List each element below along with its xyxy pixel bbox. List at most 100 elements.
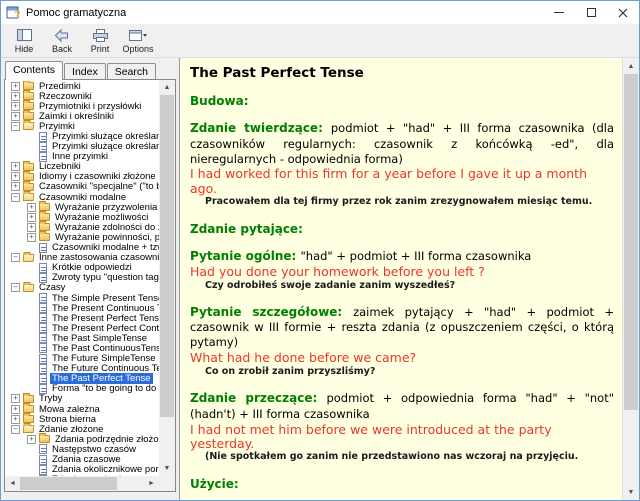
tab-index-label: Index (72, 66, 98, 78)
tree-item[interactable]: +Wyrażanie zdolności do zrobie (5, 222, 159, 232)
tree-item-label: Forma "to be going to do som (50, 383, 159, 394)
content-vertical-scrollbar[interactable]: ▲ ▼ (622, 58, 639, 500)
folder-icon (23, 173, 34, 181)
tree-vscroll-thumb[interactable] (160, 95, 174, 417)
options-button-label: Options (122, 44, 153, 54)
folder-icon (23, 415, 34, 423)
expand-icon[interactable]: + (11, 172, 20, 181)
expand-icon[interactable]: + (11, 82, 20, 91)
tree-item[interactable]: −Przyimki (5, 121, 159, 131)
tree-item[interactable]: +Wyrażanie powinności, przymu (5, 232, 159, 242)
tree-item[interactable]: −Zdanie złożone (5, 424, 159, 434)
tab-contents[interactable]: Contents (5, 61, 63, 80)
collapse-icon[interactable]: − (11, 193, 20, 202)
tree-horizontal-scrollbar[interactable]: ◄ ► (5, 476, 159, 491)
tree-item[interactable]: The Future SimpleTense (5, 354, 159, 364)
expand-icon[interactable]: + (27, 223, 36, 232)
tree-item[interactable]: The Present Continuous Tens (5, 303, 159, 313)
content-formula: Pytanie szczegółowe: zaimek pytający + "… (190, 305, 614, 350)
scroll-right-icon[interactable]: ► (144, 476, 159, 491)
close-icon (618, 8, 628, 18)
print-icon (92, 28, 109, 43)
tree-viewport: +Przedimki+Rzeczowniki+Przymiotniki i pr… (5, 81, 159, 476)
content-scroll-down-icon[interactable]: ▼ (623, 484, 639, 500)
maximize-button[interactable] (575, 1, 607, 24)
expand-icon[interactable]: + (11, 394, 20, 403)
back-button-label: Back (52, 44, 72, 54)
content-scroll-up-icon[interactable]: ▲ (623, 58, 639, 74)
tree-item[interactable]: The Present Perfect Continuo (5, 323, 159, 333)
scrollbar-corner (159, 476, 175, 491)
content-title: The Past Perfect Tense (190, 65, 614, 81)
tree-vscroll-track[interactable] (159, 95, 175, 461)
page-icon (39, 364, 47, 374)
expand-icon[interactable]: + (27, 213, 36, 222)
folder-icon (39, 203, 50, 211)
tree-hscroll-track[interactable] (20, 476, 144, 491)
print-button[interactable]: Print (81, 25, 119, 57)
tree-item[interactable]: The Past SimpleTense (5, 333, 159, 343)
expand-icon[interactable]: + (11, 182, 20, 191)
content-translation: Co on zrobił zanim przyszliśmy? (205, 366, 614, 378)
expand-icon[interactable]: + (27, 233, 36, 242)
expand-icon[interactable]: + (11, 92, 20, 101)
tree-item[interactable]: Następstwo czasów (5, 444, 159, 454)
tree-item[interactable]: Zdania czasowe (5, 454, 159, 464)
scroll-up-icon[interactable]: ▲ (159, 80, 175, 95)
folder-open-icon (23, 193, 35, 201)
tree-item[interactable]: The Past ContinuousTense (5, 343, 159, 353)
help-app-icon: ? (6, 5, 21, 20)
expand-icon[interactable]: + (27, 203, 36, 212)
main-area: Contents Index Search +Przedimki+Rzeczow… (1, 58, 639, 500)
tree-item[interactable]: Krótkie odpowiedzi (5, 263, 159, 273)
expand-icon[interactable]: + (11, 102, 20, 111)
minimize-button[interactable] (543, 1, 575, 24)
back-button[interactable]: Back (43, 25, 81, 57)
expand-icon[interactable]: + (11, 112, 20, 121)
scroll-left-icon[interactable]: ◄ (5, 476, 20, 491)
tree-item[interactable]: The Past Perfect Tense (5, 374, 159, 384)
collapse-icon[interactable]: − (11, 122, 20, 131)
expand-icon[interactable]: + (11, 405, 20, 414)
tree-item[interactable]: Przyimki służące określaniu m (5, 142, 159, 152)
tree-item[interactable]: +Wyrażanie możliwości (5, 212, 159, 222)
tree-vertical-scrollbar[interactable]: ▲ ▼ (159, 80, 175, 476)
options-button[interactable]: Options (119, 25, 157, 57)
tree-item[interactable]: The Present Perfect Tense (5, 313, 159, 323)
tab-index[interactable]: Index (64, 63, 106, 80)
folder-icon (39, 213, 50, 221)
tree-item[interactable]: The Simple Present Tense (5, 293, 159, 303)
folder-icon (23, 405, 34, 413)
page-icon (39, 293, 47, 303)
tree-item[interactable]: Przyimki służące określaniu cz (5, 131, 159, 141)
tree-item[interactable]: The Future Continuous Tense (5, 364, 159, 374)
page-icon (39, 243, 47, 253)
close-button[interactable] (607, 1, 639, 24)
content-formula-label: Zdanie przeczące: (190, 391, 326, 405)
tree-item[interactable]: −Czasy (5, 283, 159, 293)
tree-item[interactable]: +Wyrażanie przyzwolenia (5, 202, 159, 212)
tab-bar: Contents Index Search (4, 61, 176, 80)
title-bar: ? Pomoc gramatyczna (1, 1, 639, 24)
collapse-icon[interactable]: − (11, 425, 20, 434)
content-translation: (Nie spotkałem go zanim nie przedstawion… (205, 451, 614, 463)
scroll-down-icon[interactable]: ▼ (159, 461, 175, 476)
hide-button[interactable]: Hide (5, 25, 43, 57)
tab-search-label: Search (115, 66, 148, 78)
tree-item[interactable]: Zdania okolicznikowe porówn (5, 465, 159, 475)
collapse-icon[interactable]: − (11, 253, 20, 262)
expand-icon[interactable]: + (27, 435, 36, 444)
tree-item[interactable]: +Zdania podrzędnie złożone (5, 434, 159, 444)
content-vscroll-thumb[interactable] (624, 74, 638, 410)
tab-search[interactable]: Search (107, 63, 156, 80)
collapse-icon[interactable]: − (11, 283, 20, 292)
folder-icon (23, 163, 34, 171)
tree-hscroll-thumb[interactable] (20, 477, 117, 490)
tree-item[interactable]: −Czasowniki modalne (5, 192, 159, 202)
expand-icon[interactable]: + (11, 162, 20, 171)
content-vscroll-track[interactable] (623, 74, 639, 484)
tree-item[interactable]: −Inne zastosowania czasowników m (5, 253, 159, 263)
page-icon (39, 455, 47, 465)
expand-icon[interactable]: + (11, 415, 20, 424)
content-formula: Zdanie przeczące: podmiot + odpowiednia … (190, 391, 614, 422)
